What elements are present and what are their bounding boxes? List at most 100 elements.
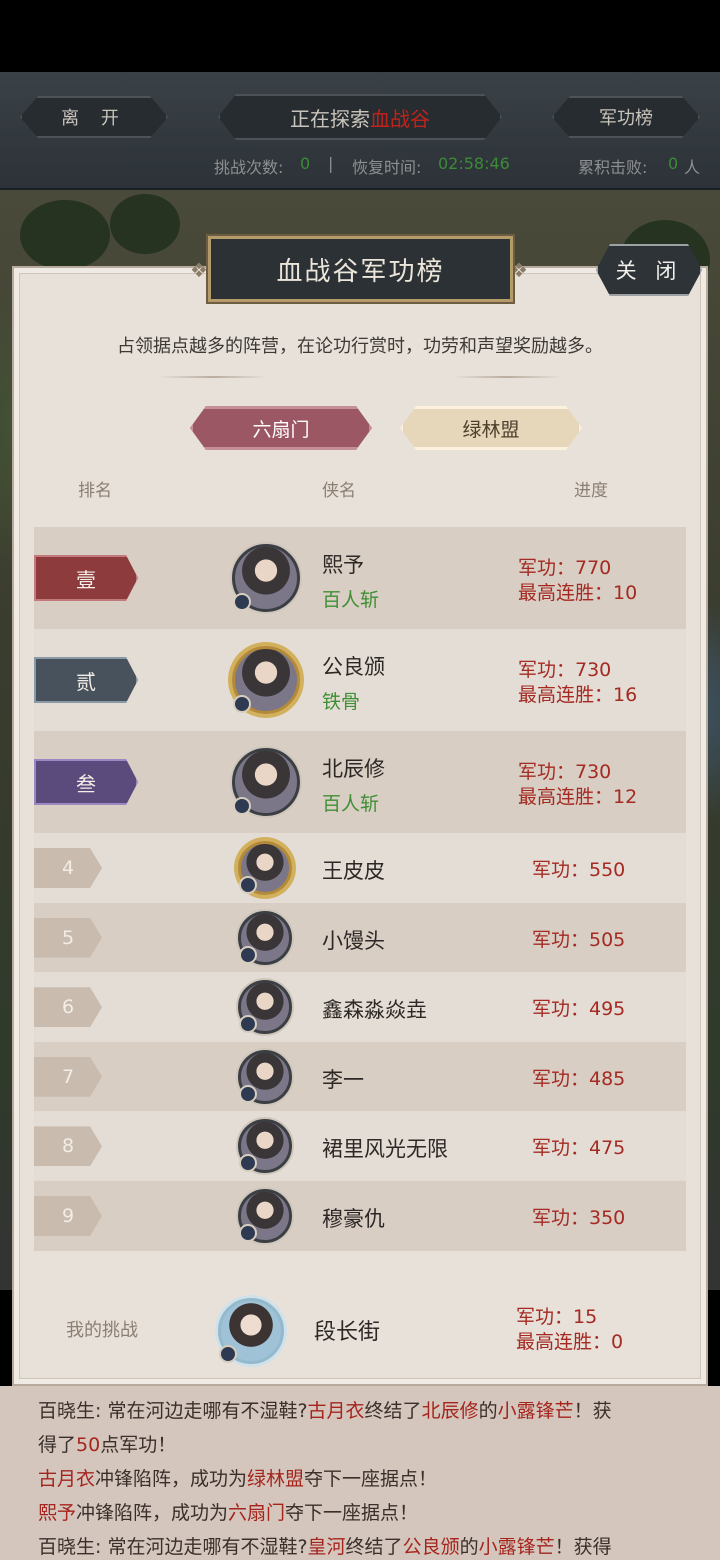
player-name: 公良颁 [322,655,385,679]
player-name: 北辰修 [322,757,385,781]
rank-number: 8 [34,1126,102,1166]
player-name: 裙里风光无限 [322,1137,448,1162]
ranking-row[interactable]: 8 裙里风光无限 军功：475 [34,1111,686,1181]
player-name: 鑫森淼焱垚 [322,998,427,1023]
player-avatar[interactable] [232,748,300,816]
ranking-row[interactable]: 4 王皮皮 军功：550 [34,833,686,903]
log-line: 百晓生: 常在河边走哪有不湿鞋?皇河终结了公良颁的小露锋芒！获得 [38,1536,612,1558]
status-bar [0,0,720,72]
log-line: 古月衣冲锋陷阵，成功为绿林盟夺下一座据点！ [38,1468,438,1490]
player-avatar[interactable] [232,646,300,714]
modal-description: 占领据点越多的阵营，在论功行赏时，功劳和声望奖励越多。 [117,336,603,357]
explore-place: 血战谷 [370,106,430,131]
player-name: 穆豪仇 [322,1206,385,1231]
log-line: 百晓生: 常在河边走哪有不湿鞋?古月衣终结了北辰修的小露锋芒！获 [38,1400,612,1422]
rank-number: 9 [34,1196,102,1236]
player-title: 百人斩 [322,589,380,611]
rank-number: 4 [34,848,102,888]
log-line: 熙予冲锋陷阵，成功为六扇门夺下一座据点！ [38,1502,419,1524]
sect-icon [219,1345,237,1363]
ranking-row[interactable]: 5 小馒头 军功：505 [34,902,686,973]
ranking-row[interactable]: 6 鑫森淼焱垚 军功：495 [34,972,686,1042]
sect-icon [233,593,251,611]
rank-number: 5 [34,918,102,958]
tab-liushanmen[interactable]: 六扇门 [190,406,372,450]
player-avatar[interactable] [238,841,292,895]
player-name: 小馒头 [322,928,385,953]
streak-value: 最高连胜：10 [518,582,638,604]
leave-button[interactable]: 离 开 [20,96,168,138]
tab-lvlinmeng[interactable]: 绿林盟 [400,406,582,450]
player-name: 王皮皮 [322,859,385,883]
rank-badge: 贰 [34,657,138,703]
merit-value: 军功：350 [532,1206,626,1229]
exploring-banner: 正在探索 血战谷 [218,94,502,140]
sect-icon [239,876,257,894]
defeat-value: 0 [668,154,679,173]
player-avatar[interactable] [238,980,292,1035]
ranking-row[interactable]: 7 李一 军功：485 [34,1041,686,1112]
merit-value: 军功：505 [532,928,626,951]
close-button[interactable]: 关 闭 [596,244,702,296]
merit-value: 军功：485 [532,1067,626,1090]
rank-number: 6 [34,987,102,1027]
column-header-rank: 排名 [78,481,112,501]
modal-title: 血战谷军功榜 [206,234,515,304]
ranking-row[interactable]: 9 穆豪仇 军功：350 [34,1180,686,1251]
ranking-row[interactable]: 壹 熙予 百人斩 军功：770 最高连胜：10 [34,527,686,629]
player-avatar[interactable] [238,1188,292,1243]
column-header-progress: 进度 [574,481,608,501]
log-line: 得了50点军功！ [38,1434,177,1456]
merit-value: 军功：550 [532,859,626,881]
rank-badge: 壹 [34,555,138,601]
sect-icon [239,1015,257,1034]
challenge-label: 挑战次数: [214,158,284,177]
player-title: 百人斩 [322,793,380,815]
merit-value: 军功：495 [532,998,626,1021]
rank-badge: 叁 [34,759,138,805]
recover-value: 02:58:46 [438,154,510,173]
my-challenge-label: 我的挑战 [66,1320,138,1341]
my-avatar[interactable] [218,1298,284,1364]
streak-value: 最高连胜：16 [518,684,638,706]
defeat-label: 累积击败: [578,158,648,177]
player-name: 熙予 [322,553,364,577]
player-avatar[interactable] [238,910,292,965]
ranking-row[interactable]: 叁 北辰修 百人斩 军功：730 最高连胜：12 [34,731,686,833]
player-avatar[interactable] [232,544,300,612]
merit-board-button[interactable]: 军功榜 [552,96,700,138]
challenge-value: 0 [300,154,311,173]
player-name: 李一 [322,1067,364,1092]
recover-label: 恢复时间: [352,158,422,177]
title-ornament-right-icon: ❖ [510,258,528,282]
player-title: 铁骨 [322,691,361,713]
sect-icon [239,945,257,964]
rank-number: 7 [34,1057,102,1097]
merit-value: 军功：475 [532,1137,626,1160]
divider [158,376,268,378]
stats-separator: | [328,154,334,173]
my-challenge-row: 我的挑战 段长街 军功：15 最高连胜：0 [34,1290,686,1364]
explore-prefix: 正在探索 [290,106,370,131]
battle-log: 百晓生: 常在河边走哪有不湿鞋?古月衣终结了北辰修的小露锋芒！获 得了50点军功… [0,1386,720,1560]
merit-value: 军功：730 [518,659,612,681]
sect-icon [239,1084,257,1103]
player-avatar[interactable] [238,1049,292,1104]
sect-icon [239,1223,257,1242]
streak-value: 最高连胜：12 [518,786,638,808]
merit-value: 军功：730 [518,761,612,783]
divider [452,376,562,378]
defeat-unit: 人 [684,158,701,177]
sect-icon [233,695,251,713]
ranking-row[interactable]: 贰 公良颁 铁骨 军功：730 最高连胜：16 [34,629,686,731]
stats-bar: 挑战次数: 0 | 恢复时间: 02:58:46 累积击败: 0 人 [0,152,720,178]
my-streak-value: 最高连胜：0 [516,1331,624,1353]
my-name: 段长街 [314,1320,381,1345]
sect-icon [239,1154,257,1173]
my-merit-value: 军功：15 [516,1306,598,1328]
sect-icon [233,797,251,815]
column-header-name: 侠名 [322,481,356,501]
merit-value: 军功：770 [518,557,612,579]
player-avatar[interactable] [238,1119,292,1174]
ranking-list: 壹 熙予 百人斩 军功：770 最高连胜：10 贰 公良颁 铁骨 军功：730 … [34,527,686,1251]
